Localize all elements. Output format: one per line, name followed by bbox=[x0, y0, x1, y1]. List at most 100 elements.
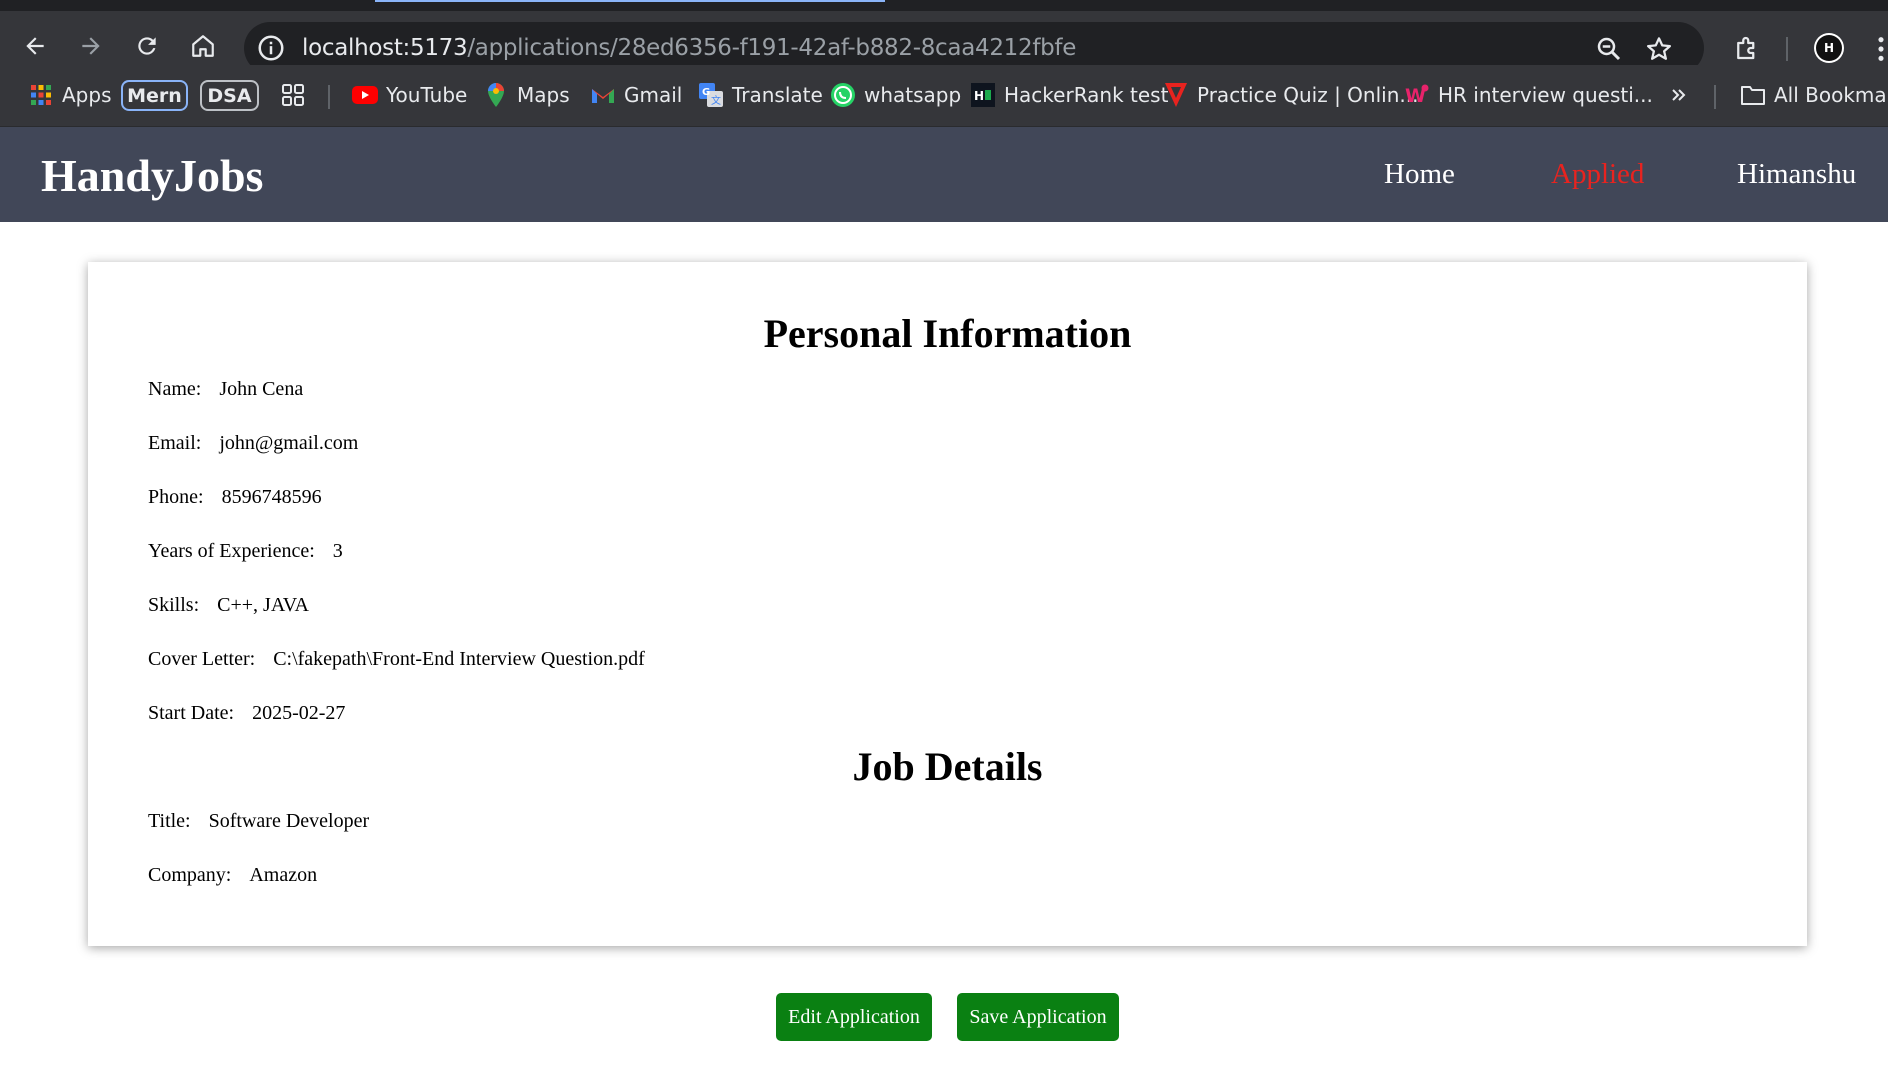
brand-logo[interactable]: HandyJobs bbox=[41, 149, 263, 202]
svg-text:文: 文 bbox=[711, 94, 721, 107]
profile-avatar[interactable]: H bbox=[1814, 33, 1844, 63]
tab-groups-icon bbox=[280, 82, 306, 108]
bookmark-gmail[interactable]: Gmail bbox=[590, 79, 682, 111]
bookmarks-divider bbox=[328, 85, 330, 109]
bookmark-translate[interactable]: G文 Translate bbox=[698, 79, 823, 111]
field-name: Name: John Cena bbox=[148, 378, 303, 401]
more-menu-icon[interactable] bbox=[1874, 35, 1888, 63]
bookmark-maps[interactable]: Maps bbox=[483, 79, 570, 111]
field-value: 2025-02-27 bbox=[252, 702, 346, 724]
whatsapp-icon bbox=[830, 82, 856, 108]
translate-icon: G文 bbox=[698, 82, 724, 108]
nav-home[interactable]: Home bbox=[1384, 158, 1455, 191]
field-phone: Phone: 8596748596 bbox=[148, 486, 322, 509]
browser-tab-strip bbox=[0, 0, 1888, 11]
field-label: Skills: bbox=[148, 594, 200, 616]
field-value: C++, JAVA bbox=[217, 594, 309, 616]
bookmark-label: HR interview questi... bbox=[1438, 83, 1653, 107]
field-value: C:\fakepath\Front-End Interview Question… bbox=[273, 648, 645, 670]
field-label: Email: bbox=[148, 432, 202, 454]
back-button[interactable] bbox=[14, 25, 56, 67]
field-email: Email: john@gmail.com bbox=[148, 432, 358, 455]
field-label: Cover Letter: bbox=[148, 648, 256, 670]
bookmark-hackerrank[interactable]: H HackerRank test bbox=[970, 79, 1168, 111]
field-label: Title: bbox=[148, 810, 191, 832]
url-text[interactable]: localhost:5173/applications/28ed6356-f19… bbox=[302, 35, 1076, 61]
bookmark-youtube[interactable]: YouTube bbox=[352, 79, 467, 111]
avatar-initial: H bbox=[1816, 35, 1842, 61]
toolbar-divider bbox=[1786, 37, 1788, 61]
tab-groups-button[interactable] bbox=[280, 79, 306, 111]
youtube-icon bbox=[352, 82, 378, 108]
personal-information-heading: Personal Information bbox=[763, 311, 1132, 356]
maps-icon bbox=[483, 82, 509, 108]
field-value: john@gmail.com bbox=[219, 432, 359, 454]
bookmark-label: Gmail bbox=[624, 83, 683, 107]
nav-applied[interactable]: Applied bbox=[1551, 158, 1644, 191]
forward-button[interactable] bbox=[70, 25, 112, 67]
save-application-button[interactable]: Save Application bbox=[957, 993, 1119, 1041]
bookmark-label: Apps bbox=[62, 83, 112, 107]
bookmarks-overflow-button[interactable] bbox=[1666, 79, 1692, 111]
reload-button[interactable] bbox=[126, 25, 168, 67]
bookmark-label: HackerRank test bbox=[1004, 83, 1169, 107]
gmail-icon bbox=[590, 82, 616, 108]
field-label: Years of Experience: bbox=[148, 540, 315, 562]
bookmark-label: All Bookmarks bbox=[1774, 83, 1888, 107]
bookmark-whatsapp[interactable]: whatsapp bbox=[830, 79, 961, 111]
bookmark-star-icon[interactable] bbox=[1644, 34, 1674, 64]
job-details-heading: Job Details bbox=[852, 744, 1043, 789]
field-value: Software Developer bbox=[208, 810, 370, 832]
field-value: Amazon bbox=[249, 864, 318, 886]
url-path: /applications/28ed6356-f191-42af-b882-8c… bbox=[467, 35, 1077, 61]
site-info-icon[interactable] bbox=[256, 33, 286, 63]
double-chevron-right-icon bbox=[1666, 82, 1692, 108]
browser-toolbar: localhost:5173/applications/28ed6356-f19… bbox=[0, 11, 1888, 74]
reload-icon bbox=[138, 37, 156, 55]
bookmark-all-bookmarks[interactable]: All Bookmarks bbox=[1740, 79, 1888, 111]
apps-grid-icon bbox=[28, 82, 54, 108]
bookmark-apps[interactable]: Apps bbox=[28, 79, 112, 111]
zoom-icon[interactable] bbox=[1594, 34, 1624, 64]
bookmark-label: Mern bbox=[127, 84, 182, 107]
field-value: John Cena bbox=[219, 378, 304, 400]
field-label: Start Date: bbox=[148, 702, 235, 724]
field-value: 3 bbox=[332, 540, 343, 562]
folder-icon bbox=[1740, 82, 1766, 108]
bookmark-practice-quiz[interactable]: Practice Quiz | Onlin... bbox=[1163, 79, 1418, 111]
arrow-right-icon bbox=[82, 37, 100, 55]
quiz-icon bbox=[1163, 82, 1189, 108]
arrow-left-icon bbox=[26, 37, 44, 55]
w-icon: W bbox=[1404, 82, 1430, 108]
application-details-card: Personal Information Name: John Cena Emai… bbox=[88, 262, 1807, 946]
nav-user-himanshu[interactable]: Himanshu bbox=[1737, 158, 1856, 191]
bookmark-label: whatsapp bbox=[864, 83, 962, 107]
field-cover-letter: Cover Letter: C:\fakepath\Front-End Inter… bbox=[148, 648, 645, 671]
bookmark-label: Translate bbox=[732, 83, 823, 107]
bookmark-dsa[interactable]: DSA bbox=[200, 80, 259, 111]
field-start-date: Start Date: 2025-02-27 bbox=[148, 702, 345, 725]
field-company: Company: Amazon bbox=[148, 864, 317, 887]
home-button[interactable] bbox=[182, 25, 224, 67]
bookmarks-bar: Apps Mern DSA YouTube Maps Gmail G文 Tran… bbox=[0, 65, 1888, 127]
edit-application-button[interactable]: Edit Application bbox=[776, 993, 932, 1041]
field-skills: Skills: C++, JAVA bbox=[148, 594, 309, 617]
svg-text:G: G bbox=[702, 87, 710, 98]
field-years-of-experience: Years of Experience: 3 bbox=[148, 540, 343, 563]
svg-text:H: H bbox=[974, 89, 984, 103]
field-label: Phone: bbox=[148, 486, 204, 508]
bookmark-mern[interactable]: Mern bbox=[121, 80, 188, 111]
field-value: 8596748596 bbox=[221, 486, 322, 508]
bookmark-hr-interview[interactable]: W HR interview questi... bbox=[1404, 79, 1653, 111]
bookmark-label: DSA bbox=[207, 84, 252, 107]
active-tab-indicator bbox=[375, 0, 885, 2]
bookmark-label: Practice Quiz | Onlin... bbox=[1197, 83, 1419, 107]
field-label: Company: bbox=[148, 864, 232, 886]
bookmark-label: Maps bbox=[517, 83, 570, 107]
app-header: HandyJobs Home Applied Himanshu bbox=[0, 127, 1888, 222]
field-job-title: Title: Software Developer bbox=[148, 810, 369, 833]
extensions-icon[interactable] bbox=[1732, 33, 1762, 63]
bookmarks-divider bbox=[1714, 85, 1716, 109]
url-host: localhost:5173 bbox=[302, 35, 468, 61]
hackerrank-icon: H bbox=[970, 82, 996, 108]
